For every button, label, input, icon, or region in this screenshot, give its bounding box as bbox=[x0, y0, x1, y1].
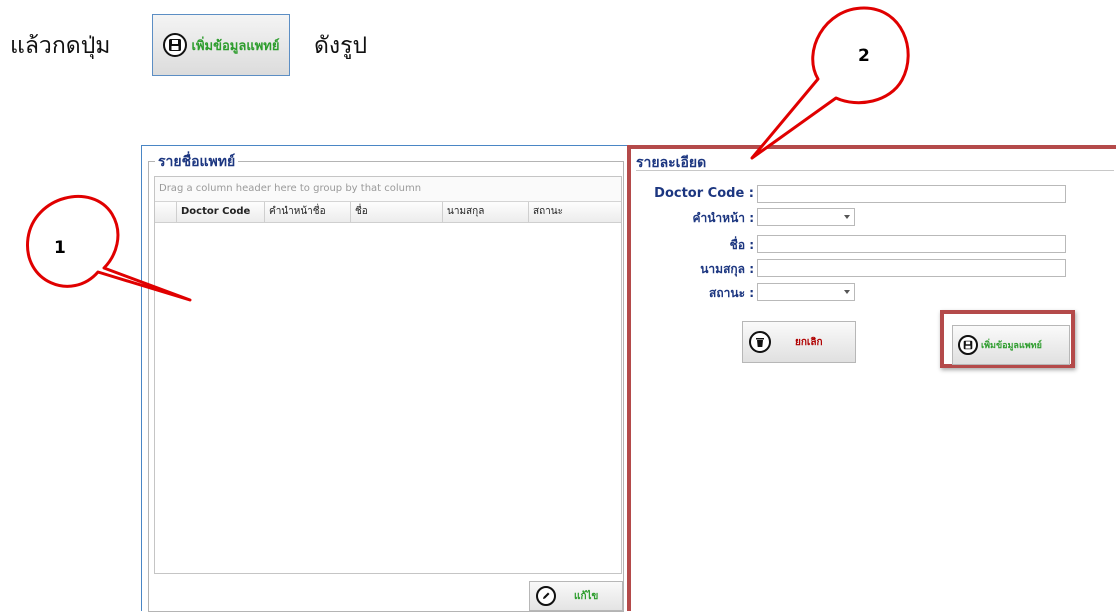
add-doctor-button[interactable]: เพิ่มข้อมูลแพทย์ bbox=[952, 325, 1070, 365]
add-doctor-button-label: เพิ่มข้อมูลแพทย์ bbox=[981, 341, 1042, 351]
last-name-input[interactable] bbox=[757, 259, 1066, 277]
column-header-last-name[interactable]: นามสกุล bbox=[443, 202, 529, 222]
last-name-label: นามสกุล : bbox=[700, 262, 754, 276]
sample-add-doctor-button: เพิ่มข้อมูลแพทย์ bbox=[152, 14, 290, 76]
status-select[interactable] bbox=[757, 283, 855, 301]
pencil-circle-icon bbox=[536, 586, 556, 606]
chevron-down-icon bbox=[844, 290, 850, 294]
callout-number-1: 1 bbox=[54, 238, 66, 258]
grid-indicator-column bbox=[155, 202, 177, 222]
detail-divider bbox=[636, 170, 1114, 171]
column-header-doctor-code[interactable]: Doctor Code bbox=[177, 202, 265, 222]
status-label: สถานะ : bbox=[709, 286, 754, 300]
grid-header: Doctor Code คำนำหน้าชื่อ ชื่อ นามสกุล สถ… bbox=[155, 202, 621, 223]
doctor-code-input[interactable] bbox=[757, 185, 1066, 203]
prefix-label: คำนำหน้า : bbox=[692, 211, 754, 225]
column-header-status[interactable]: สถานะ bbox=[529, 202, 621, 222]
save-disk-icon bbox=[958, 335, 978, 355]
cancel-button-label: ยกเลิก bbox=[795, 336, 823, 348]
doctor-grid[interactable]: Drag a column header here to group by th… bbox=[154, 176, 622, 574]
column-header-prefix[interactable]: คำนำหน้าชื่อ bbox=[265, 202, 351, 222]
sample-add-doctor-label: เพิ่มข้อมูลแพทย์ bbox=[191, 38, 280, 54]
trash-circle-icon bbox=[749, 331, 771, 353]
cancel-button[interactable]: ยกเลิก bbox=[742, 321, 856, 363]
first-name-input[interactable] bbox=[757, 235, 1066, 253]
chevron-down-icon bbox=[844, 215, 850, 219]
group-by-hint[interactable]: Drag a column header here to group by th… bbox=[155, 177, 621, 202]
prefix-select[interactable] bbox=[757, 208, 855, 226]
callout-number-2: 2 bbox=[858, 46, 870, 66]
first-name-label: ชื่อ : bbox=[729, 238, 754, 252]
doctor-list-title: รายชื่อแพทย์ bbox=[155, 151, 239, 173]
doctor-code-label: Doctor Code : bbox=[654, 186, 754, 201]
edit-button[interactable]: แก้ไข bbox=[529, 581, 623, 611]
instruction-prefix: แล้วกดปุ่ม bbox=[10, 33, 111, 59]
save-disk-icon bbox=[162, 33, 187, 57]
instruction-suffix: ดังรูป bbox=[314, 33, 368, 59]
column-header-first-name[interactable]: ชื่อ bbox=[351, 202, 443, 222]
edit-button-label: แก้ไข bbox=[574, 590, 599, 602]
